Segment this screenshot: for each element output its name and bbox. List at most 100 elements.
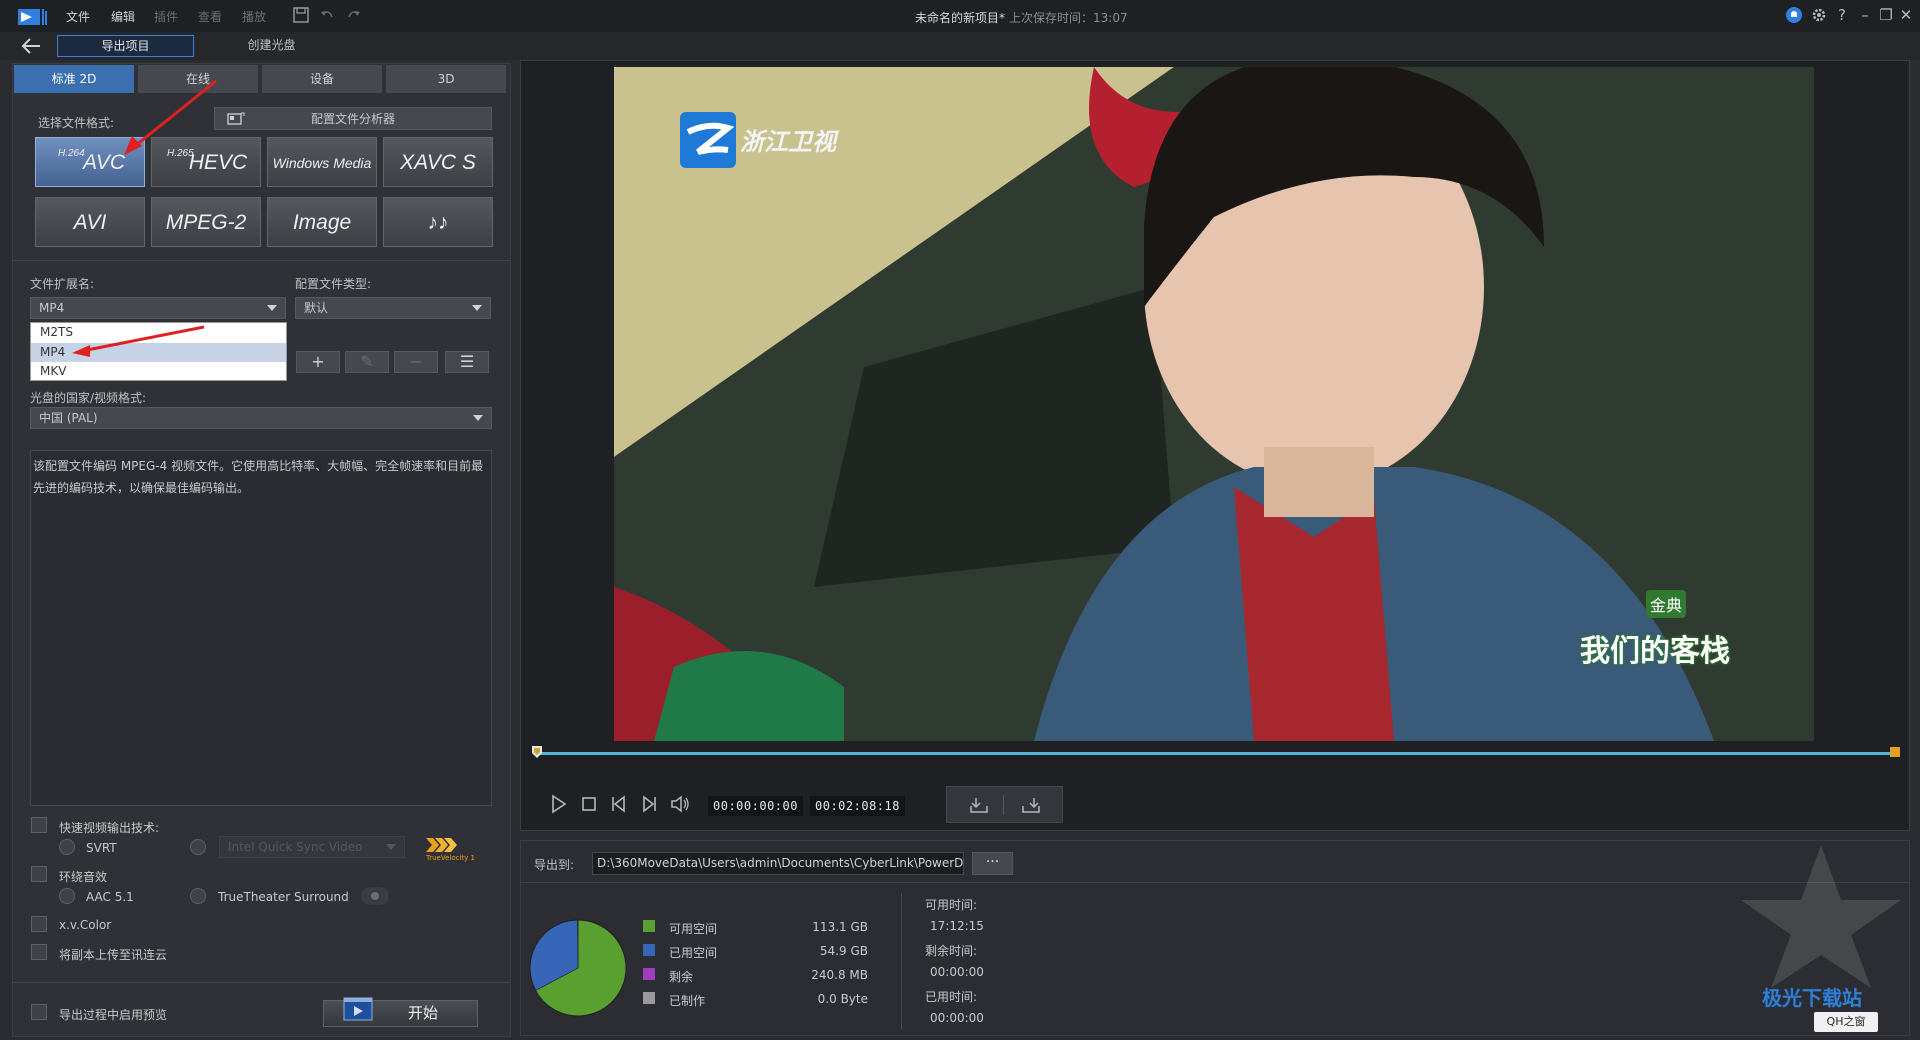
notification-icon[interactable] <box>1784 5 1804 25</box>
truetheater-label: TrueTheater Surround <box>218 890 349 904</box>
format-xavcs-label: XAVC S <box>400 151 476 174</box>
menu-playback[interactable]: 播放 <box>242 8 266 25</box>
mark-out-handle-icon[interactable] <box>1889 746 1901 758</box>
truevelocity-logo-icon: TrueVelocity 10 <box>425 838 474 862</box>
profile-type-value: 默认 <box>304 301 329 315</box>
profile-analyzer-label: 配置文件分析器 <box>310 112 395 126</box>
legend-value-available: 113.1 GB <box>812 920 868 934</box>
used-time-label: 已用时间: <box>925 990 978 1004</box>
help-icon[interactable]: ? <box>1832 5 1852 25</box>
svrt-radio[interactable] <box>59 839 75 855</box>
region-value: 中国 (PAL) <box>39 411 98 425</box>
profile-type-label: 配置文件类型: <box>295 277 372 291</box>
browse-button[interactable]: ··· <box>972 852 1013 875</box>
surround-label: 环绕音效 <box>59 870 108 884</box>
edit-profile-pencil-icon[interactable]: ✎ <box>345 351 389 373</box>
chevron-down-icon <box>267 305 277 311</box>
volume-icon[interactable] <box>668 792 692 816</box>
surround-checkbox[interactable] <box>31 866 47 882</box>
background-star-graphic <box>1741 845 1901 988</box>
show-logo-text: 我们的客栈 <box>1580 634 1730 669</box>
tab-create-disc[interactable]: 创建光盘 <box>203 35 340 57</box>
app-logo <box>18 9 47 25</box>
format-avc-sup: H.264 <box>58 148 85 159</box>
upload-cloud-checkbox[interactable] <box>31 944 47 960</box>
dropdown-option-mkv[interactable]: MKV <box>31 362 286 381</box>
back-arrow-icon[interactable] <box>18 36 44 56</box>
previous-frame-icon[interactable] <box>607 792 631 816</box>
next-frame-icon[interactable] <box>637 792 661 816</box>
tab-device[interactable]: 设备 <box>262 65 382 93</box>
snapshot-controls <box>946 786 1063 823</box>
timeline-scrubber[interactable] <box>535 752 1899 755</box>
available-time-value: 17:12:15 <box>930 919 984 933</box>
format-audio-button[interactable]: ♪♪ <box>383 197 493 247</box>
stop-icon[interactable] <box>577 792 601 816</box>
format-image-button[interactable]: Image <box>267 197 377 247</box>
enable-preview-checkbox[interactable] <box>31 1004 47 1020</box>
settings-gear-icon[interactable] <box>1809 5 1829 25</box>
remaining-time-label: 剩余时间: <box>925 944 978 958</box>
start-button[interactable]: 开始 <box>323 997 478 1027</box>
format-mpeg2-label: MPEG-2 <box>165 211 247 234</box>
chevron-down-icon <box>472 305 482 311</box>
region-select[interactable]: 中国 (PAL) <box>30 407 492 429</box>
menu-view[interactable]: 查看 <box>198 8 222 25</box>
file-ext-select[interactable]: MP4 <box>30 297 286 319</box>
watermark-badge: QH之窗 <box>1814 1012 1878 1032</box>
close-icon[interactable]: ✕ <box>1896 5 1916 25</box>
format-avc-label: AVC <box>82 151 126 174</box>
menu-plugins[interactable]: 插件 <box>154 8 178 25</box>
format-mpeg2-button[interactable]: MPEG-2 <box>151 197 261 247</box>
restore-icon[interactable]: ❐ <box>1876 5 1896 25</box>
intel-radio[interactable] <box>190 839 206 855</box>
legend-label-produced: 已制作 <box>669 994 706 1008</box>
format-avi-button[interactable]: AVI <box>35 197 145 247</box>
start-label: 开始 <box>408 1004 439 1022</box>
tab-export-project[interactable]: 导出项目 <box>57 35 194 57</box>
remaining-time-value: 00:00:00 <box>930 965 984 979</box>
channel-logo-text: 浙江卫视 <box>740 127 836 156</box>
mark-in-icon[interactable] <box>969 796 989 814</box>
truetheater-settings-icon[interactable] <box>360 886 390 906</box>
total-timecode: 00:02:08:18 <box>810 796 905 816</box>
svg-text:TrueVelocity 10: TrueVelocity 10 <box>425 854 474 862</box>
file-ext-label: 文件扩展名: <box>30 277 95 291</box>
legend-swatch-remaining <box>643 968 655 980</box>
aac-label: AAC 5.1 <box>86 890 134 904</box>
show-logo-small: 金典 <box>1646 590 1687 618</box>
format-xavcs-button[interactable]: XAVC S <box>383 137 493 187</box>
window-title: 未命名的新项目* 上次保存时间：13:07 <box>915 9 1128 26</box>
analyzer-icon <box>227 112 245 125</box>
profile-analyzer-button[interactable]: 配置文件分析器 <box>214 107 492 130</box>
save-icon[interactable] <box>292 6 310 24</box>
redo-icon[interactable] <box>345 6 363 24</box>
xvcolor-checkbox[interactable] <box>31 916 47 932</box>
profile-list-icon[interactable]: ☰ <box>445 351 489 373</box>
export-path-field[interactable]: D:\360MoveData\Users\admin\Documents\Cyb… <box>592 852 964 875</box>
intel-quick-sync-select[interactable]: Intel Quick Sync Video <box>219 836 405 858</box>
format-label: 选择文件格式: <box>38 116 115 130</box>
tab-standard-2d[interactable]: 标准 2D <box>14 65 134 93</box>
mark-in-handle-icon[interactable] <box>531 745 543 759</box>
current-timecode: 00:00:00:00 <box>708 796 803 816</box>
divider <box>521 882 1909 883</box>
legend-value-used: 54.9 GB <box>819 944 868 958</box>
minimize-icon[interactable]: – <box>1855 5 1875 25</box>
aac-radio[interactable] <box>59 888 75 904</box>
profile-type-select[interactable]: 默认 <box>295 297 491 319</box>
fast-video-label: 快速视频输出技术: <box>59 821 160 835</box>
undo-icon[interactable] <box>318 6 336 24</box>
format-wmv-button[interactable]: Windows Media <box>267 137 377 187</box>
add-profile-button[interactable]: + <box>296 351 340 373</box>
menu-edit[interactable]: 编辑 <box>111 8 135 25</box>
mark-out-icon[interactable] <box>1021 796 1041 814</box>
menu-file[interactable]: 文件 <box>66 8 90 25</box>
tab-3d[interactable]: 3D <box>386 65 506 93</box>
play-icon[interactable] <box>546 792 570 816</box>
legend-value-produced: 0.0 Byte <box>817 992 868 1006</box>
fast-video-checkbox[interactable] <box>31 817 47 833</box>
truetheater-radio[interactable] <box>190 888 206 904</box>
film-export-icon <box>343 997 373 1021</box>
remove-profile-button[interactable]: − <box>394 351 438 373</box>
